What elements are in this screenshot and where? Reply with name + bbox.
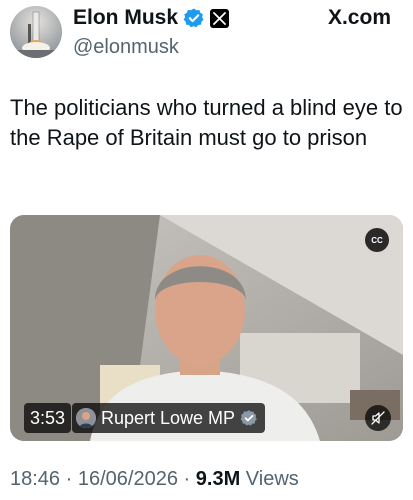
tweet-meta: 18:46 · 16/06/2026 · 9.3M Views <box>10 468 299 491</box>
video-duration: 3:53 <box>24 403 72 433</box>
video-author-chip[interactable]: Rupert Lowe MP <box>72 403 266 433</box>
verified-badge-icon <box>240 409 258 427</box>
author-display-name[interactable]: Elon Musk <box>73 6 178 30</box>
video-author-label: Rupert Lowe MP <box>101 407 236 428</box>
views-count: 9.3M <box>195 468 241 490</box>
author-handle[interactable]: @elonmusk <box>73 36 179 59</box>
tweet-date[interactable]: 16/06/2026 <box>78 468 178 490</box>
mute-button[interactable] <box>365 405 391 431</box>
closed-captions-button[interactable]: CC <box>365 228 389 252</box>
video-player[interactable]: CC 3:53 Rupert Lowe MP <box>10 215 403 441</box>
tweet-time[interactable]: 18:46 <box>10 468 60 490</box>
views-label: Views <box>245 468 299 490</box>
x-logo-icon <box>210 8 230 28</box>
author-name-row: Elon Musk <box>73 6 230 30</box>
meta-separator: · <box>183 468 191 490</box>
avatar-rocket-image <box>10 6 62 58</box>
site-label: X.com <box>327 6 391 29</box>
video-author-avatar <box>76 408 96 428</box>
meta-separator: · <box>65 468 73 490</box>
avatar[interactable] <box>10 6 62 58</box>
speaker-muted-icon <box>371 411 385 425</box>
tweet-text: The politicians who turned a blind eye t… <box>10 95 403 150</box>
verified-badge-icon <box>183 7 205 29</box>
closed-captions-icon: CC <box>371 235 383 245</box>
